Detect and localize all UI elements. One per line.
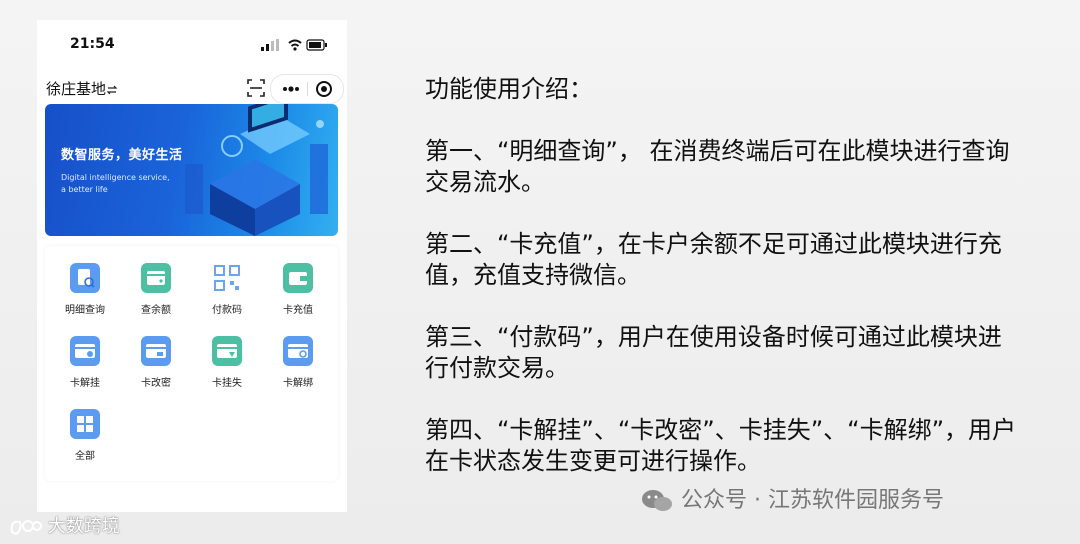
description-paragraph: 第四、“卡解挂”、“卡改密”、卡挂失”、“卡解绑”，用户在卡状态发生变更可进行操… bbox=[425, 416, 1017, 475]
wechat-icon bbox=[642, 490, 672, 511]
tile-label: 付款码 bbox=[212, 305, 242, 316]
tile-balance[interactable]: 查余额 bbox=[121, 263, 191, 327]
qr-code-icon bbox=[212, 263, 242, 293]
card-unlock-icon bbox=[70, 336, 100, 366]
status-time: 21:54 bbox=[70, 36, 115, 52]
tile-card-change-password[interactable]: 卡改密 bbox=[121, 336, 191, 400]
all-apps-icon bbox=[70, 409, 100, 439]
watermark-right-text: 公众号 · 江苏软件园服务号 bbox=[681, 488, 944, 513]
description-heading: 功能使用介绍： bbox=[425, 75, 593, 103]
tile-label: 查余额 bbox=[141, 305, 171, 316]
feature-description: 功能使用介绍： 第一、“明细查询”， 在消费终端后可在此模块进行查询交易流水。 … bbox=[425, 74, 1025, 508]
tile-label: 卡改密 bbox=[141, 378, 171, 389]
tile-label: 明细查询 bbox=[65, 305, 105, 316]
status-icons bbox=[259, 37, 329, 56]
description-paragraph: 第二、“卡充值”，在卡户余额不足可通过此模块进行充值，充值支持微信。 bbox=[425, 230, 1002, 289]
tile-card-report-loss[interactable]: 卡挂失 bbox=[192, 336, 262, 400]
tile-card-unfreeze[interactable]: 卡解挂 bbox=[50, 336, 120, 400]
description-paragraph: 第三、“付款码”，用户在使用设备时候可通过此模块进行付款交易。 bbox=[425, 323, 1002, 382]
tile-label: 全部 bbox=[75, 451, 95, 462]
switch-icon bbox=[106, 85, 118, 94]
banner-illustration bbox=[185, 104, 328, 236]
battery-icon bbox=[306, 39, 327, 51]
function-grid: 明细查询 查余额 付款码 卡充值 卡解挂 卡改密 卡挂失 卡解绑 全部 bbox=[45, 246, 338, 481]
signal-icon bbox=[261, 39, 279, 51]
brand-logo-icon bbox=[10, 520, 42, 536]
scan-icon[interactable] bbox=[247, 79, 265, 97]
tile-card-unbind[interactable]: 卡解绑 bbox=[263, 336, 333, 400]
card-lost-icon bbox=[212, 336, 242, 366]
watermark-left: 大数跨境 bbox=[8, 512, 120, 538]
status-bar: 21:54 bbox=[37, 20, 347, 66]
tile-label: 卡充值 bbox=[283, 305, 313, 316]
wifi-icon bbox=[288, 39, 302, 51]
card-wallet-icon bbox=[283, 263, 313, 293]
location-selector[interactable]: 徐庄基地 bbox=[46, 78, 118, 99]
tile-label: 卡挂失 bbox=[212, 378, 242, 389]
description-paragraph: 第一、“明细查询”， 在消费终端后可在此模块进行查询交易流水。 bbox=[425, 137, 1010, 196]
more-menu-icon[interactable] bbox=[278, 78, 304, 100]
receipt-search-icon bbox=[70, 263, 100, 293]
tile-card-recharge[interactable]: 卡充值 bbox=[263, 263, 333, 327]
card-unbind-icon bbox=[283, 336, 313, 366]
app-bar: 徐庄基地 bbox=[37, 74, 347, 106]
tile-all[interactable]: 全部 bbox=[50, 409, 120, 473]
phone-screenshot: 21:54 徐庄基地 数智服务，美好生活 Digital intelligenc… bbox=[37, 20, 347, 512]
tile-transaction-detail[interactable]: 明细查询 bbox=[50, 263, 120, 327]
banner[interactable]: 数智服务，美好生活 Digital intelligence service, … bbox=[45, 104, 338, 236]
card-password-icon bbox=[141, 336, 171, 366]
banner-title: 数智服务，美好生活 bbox=[61, 148, 183, 163]
wallet-icon bbox=[141, 263, 171, 293]
location-label: 徐庄基地 bbox=[46, 80, 107, 98]
tile-label: 卡解挂 bbox=[70, 378, 100, 389]
watermark-right: 公众号 · 江苏软件园服务号 bbox=[640, 482, 944, 514]
banner-subtitle: Digital intelligence service, a better l… bbox=[61, 173, 170, 194]
close-mini-program-icon[interactable] bbox=[311, 78, 337, 100]
capsule-divider bbox=[307, 82, 308, 96]
tile-payment-code[interactable]: 付款码 bbox=[192, 263, 262, 327]
mini-program-capsule bbox=[270, 74, 344, 104]
watermark-left-text: 大数跨境 bbox=[47, 516, 120, 537]
tile-label: 卡解绑 bbox=[283, 378, 313, 389]
